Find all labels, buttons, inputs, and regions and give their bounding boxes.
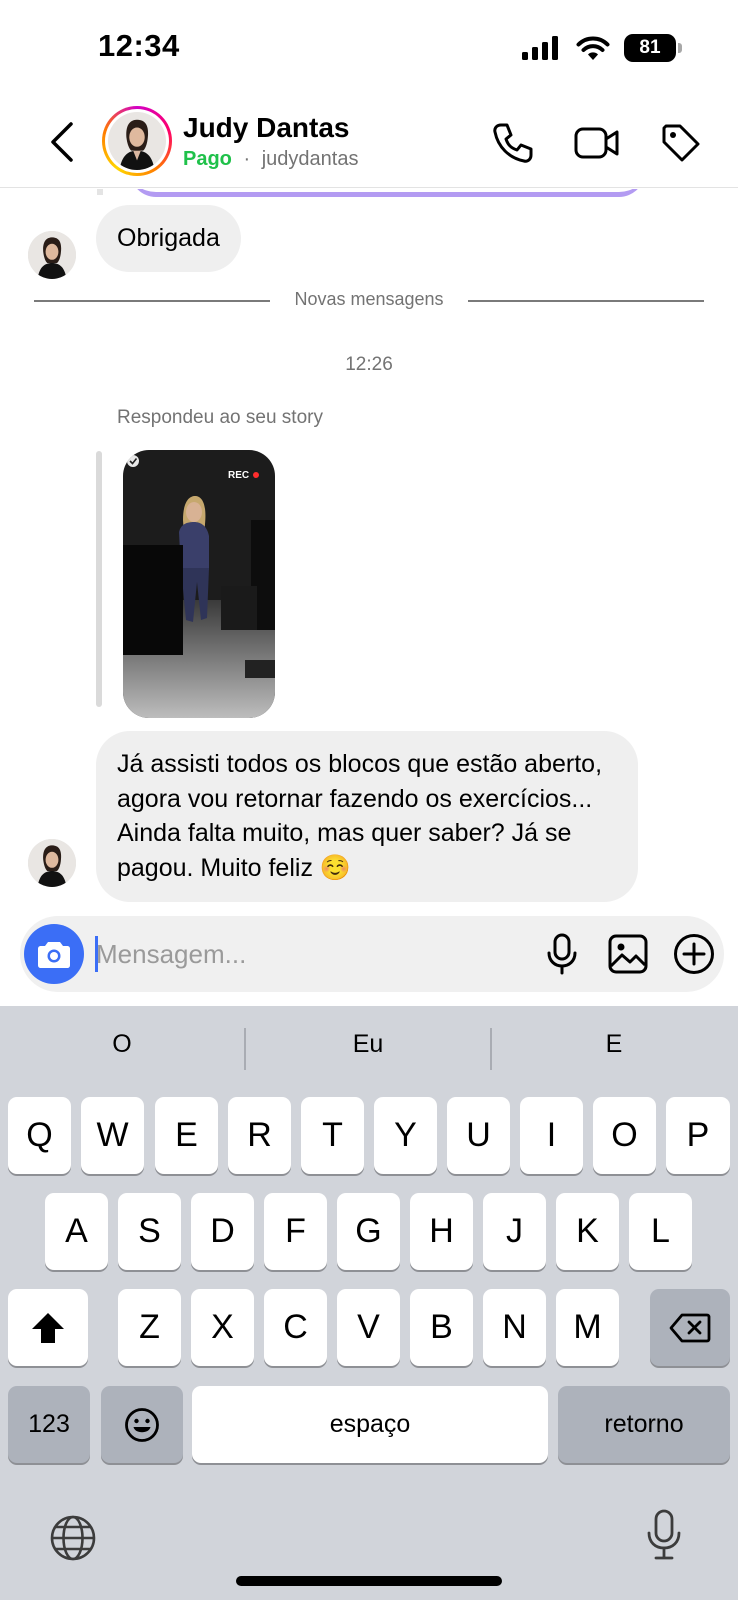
message-input[interactable] <box>96 930 496 978</box>
emoji-icon <box>125 1407 159 1442</box>
message-text: Já assisti todos os blocos que estão abe… <box>117 750 603 882</box>
microphone-icon <box>547 933 577 975</box>
camera-button[interactable] <box>24 924 84 984</box>
status-icons: 81 <box>522 34 682 62</box>
numbers-key[interactable]: 123 <box>8 1386 90 1463</box>
shift-key[interactable] <box>8 1289 88 1366</box>
key-p[interactable]: P <box>666 1097 730 1174</box>
camera-icon <box>38 942 70 968</box>
story-reply-bar <box>96 451 102 707</box>
sender-avatar[interactable] <box>28 231 76 279</box>
suggestion-item[interactable]: O <box>0 1030 244 1059</box>
key-d[interactable]: D <box>191 1193 254 1270</box>
video-call-button[interactable] <box>572 118 622 168</box>
emoji-key[interactable] <box>101 1386 183 1463</box>
status-time: 12:34 <box>98 28 180 63</box>
status-bar: 12:34 81 <box>0 0 738 100</box>
message-composer <box>20 916 724 992</box>
key-w[interactable]: W <box>81 1097 144 1174</box>
signal-icon <box>522 36 558 60</box>
key-i[interactable]: I <box>520 1097 583 1174</box>
gallery-icon <box>608 934 648 974</box>
paid-label: Pago <box>183 148 232 170</box>
chat-thread[interactable]: Obrigada Novas mensagens 12:26 Respondeu… <box>0 189 738 909</box>
previous-message-bubble-edge <box>130 189 645 197</box>
key-m[interactable]: M <box>556 1289 619 1366</box>
space-key[interactable]: espaço <box>192 1386 548 1463</box>
key-y[interactable]: Y <box>374 1097 437 1174</box>
key-r[interactable]: R <box>228 1097 291 1174</box>
avatar-image <box>28 231 76 279</box>
key-b[interactable]: B <box>410 1289 473 1366</box>
backspace-icon <box>669 1313 711 1342</box>
contact-username: judydantas <box>261 148 359 170</box>
key-x[interactable]: X <box>191 1289 254 1366</box>
key-c[interactable]: C <box>264 1289 327 1366</box>
key-e[interactable]: E <box>155 1097 218 1174</box>
language-switch-button[interactable] <box>46 1511 100 1565</box>
gallery-button[interactable] <box>604 930 652 978</box>
story-reply-label: Respondeu ao seu story <box>117 407 323 428</box>
phone-icon <box>493 123 533 163</box>
tag-button[interactable] <box>656 118 706 168</box>
key-h[interactable]: H <box>410 1193 473 1270</box>
key-k[interactable]: K <box>556 1193 619 1270</box>
avatar-image <box>108 112 166 170</box>
key-j[interactable]: J <box>483 1193 546 1270</box>
back-button[interactable] <box>44 120 84 164</box>
keyboard: O Eu E Q W E R T Y U I O P A S D F G H J… <box>0 1006 738 1600</box>
previous-reply-bar <box>97 189 103 195</box>
key-f[interactable]: F <box>264 1193 327 1270</box>
key-z[interactable]: Z <box>118 1289 181 1366</box>
dictation-button[interactable] <box>637 1508 691 1562</box>
message-bubble-received[interactable]: Obrigada <box>96 205 241 272</box>
globe-icon <box>50 1515 96 1561</box>
tag-icon <box>662 124 700 162</box>
battery-indicator: 81 <box>624 34 682 62</box>
message-text: Obrigada <box>117 224 220 252</box>
more-options-button[interactable] <box>670 930 718 978</box>
shift-icon <box>32 1312 64 1343</box>
story-thumbnail[interactable]: REC <box>123 450 275 718</box>
key-a[interactable]: A <box>45 1193 108 1270</box>
predictive-suggestions: O Eu E <box>0 1006 738 1094</box>
message-timestamp: 12:26 <box>345 354 393 375</box>
plus-icon <box>674 934 714 974</box>
chat-header: Judy Dantas Pago · judydantas <box>0 100 738 188</box>
call-button[interactable] <box>488 118 538 168</box>
contact-name[interactable]: Judy Dantas <box>183 112 350 144</box>
avatar-image <box>28 839 76 887</box>
key-t[interactable]: T <box>301 1097 364 1174</box>
key-n[interactable]: N <box>483 1289 546 1366</box>
key-s[interactable]: S <box>118 1193 181 1270</box>
key-g[interactable]: G <box>337 1193 400 1270</box>
new-messages-label: Novas mensagens <box>294 289 444 309</box>
key-l[interactable]: L <box>629 1193 692 1270</box>
home-indicator[interactable] <box>236 1576 502 1586</box>
suggestion-item[interactable]: E <box>492 1030 736 1059</box>
story-image: REC <box>123 450 275 718</box>
key-q[interactable]: Q <box>8 1097 71 1174</box>
voice-message-button[interactable] <box>538 930 586 978</box>
sender-avatar[interactable] <box>28 839 76 887</box>
key-u[interactable]: U <box>447 1097 510 1174</box>
back-icon <box>51 122 73 162</box>
message-bubble-received[interactable]: Já assisti todos os blocos que estão abe… <box>96 731 638 902</box>
contact-subtitle: Pago · judydantas <box>183 148 358 171</box>
dictation-icon <box>647 1509 681 1560</box>
rec-label: REC <box>228 470 249 481</box>
video-icon <box>574 127 619 159</box>
suggestion-item[interactable]: Eu <box>246 1030 490 1059</box>
contact-avatar[interactable] <box>102 106 172 176</box>
key-o[interactable]: O <box>593 1097 656 1174</box>
backspace-key[interactable] <box>650 1289 730 1366</box>
subtitle-separator: · <box>243 148 251 170</box>
wifi-icon <box>576 36 610 60</box>
key-v[interactable]: V <box>337 1289 400 1366</box>
return-key[interactable]: retorno <box>558 1386 730 1463</box>
